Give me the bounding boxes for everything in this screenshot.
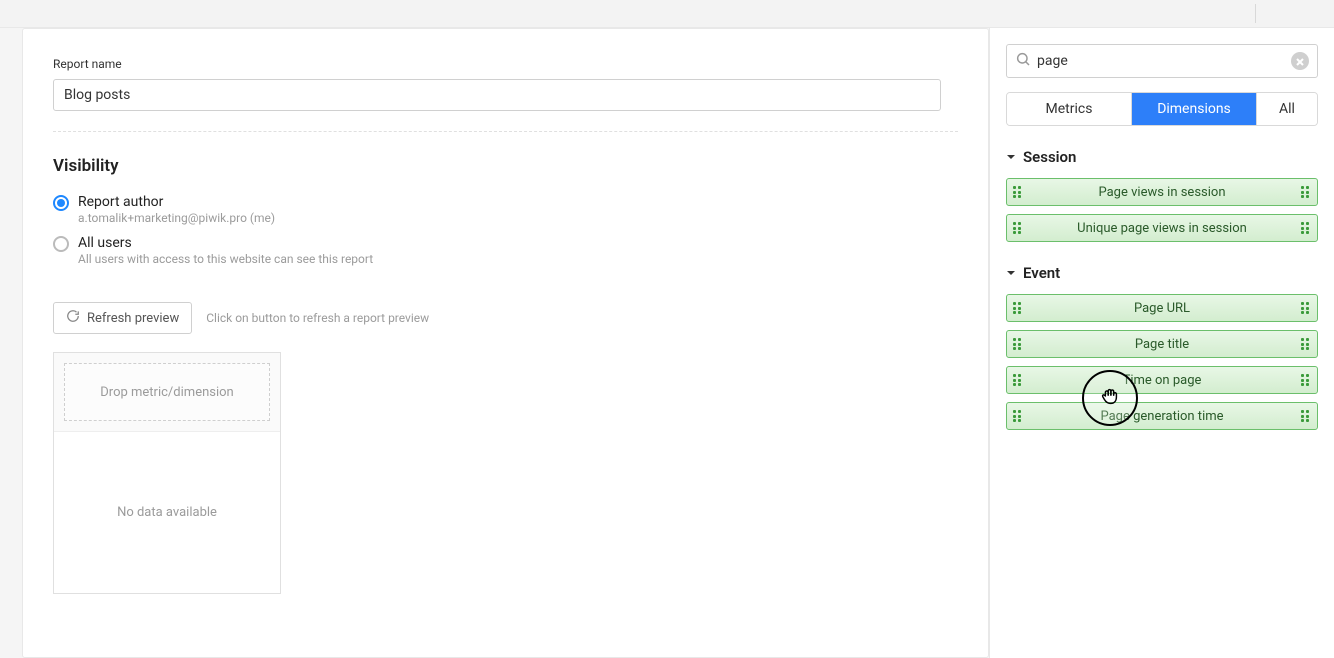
tab-all[interactable]: All: [1257, 93, 1317, 125]
drag-handle-icon: [1013, 222, 1023, 234]
sidebar-panel: Metrics Dimensions All Session Page view…: [989, 28, 1334, 658]
dimension-label: Page views in session: [1098, 185, 1225, 200]
dimension-label: Page URL: [1134, 301, 1190, 316]
drag-handle-icon: [1301, 222, 1311, 234]
tab-metrics[interactable]: Metrics: [1007, 93, 1132, 125]
group-session-items: Page views in session Unique page views …: [1006, 178, 1318, 242]
group-header-session[interactable]: Session: [1006, 148, 1318, 166]
group-header-event[interactable]: Event: [1006, 264, 1318, 282]
dimension-page-views-in-session[interactable]: Page views in session: [1006, 178, 1318, 206]
tab-dimensions[interactable]: Dimensions: [1132, 93, 1257, 125]
drag-handle-icon: [1301, 374, 1311, 386]
refresh-icon: [66, 309, 87, 327]
group-label: Event: [1023, 264, 1060, 282]
dimension-unique-page-views-in-session[interactable]: Unique page views in session: [1006, 214, 1318, 242]
sidebar-search[interactable]: [1006, 44, 1318, 78]
refresh-label: Refresh preview: [87, 311, 179, 326]
radio-label: All users: [78, 235, 373, 251]
drag-handle-icon: [1301, 410, 1311, 422]
main-panel: Report name Visibility Report author a.t…: [22, 28, 989, 658]
visibility-heading: Visibility: [53, 156, 958, 176]
drag-handle-icon: [1013, 338, 1023, 350]
report-name-label: Report name: [53, 57, 958, 71]
report-name-input[interactable]: [53, 79, 941, 111]
dimension-page-generation-time[interactable]: Page generation time: [1006, 402, 1318, 430]
no-data-text: No data available: [117, 505, 217, 520]
drop-placeholder-text: Drop metric/dimension: [100, 385, 233, 400]
radio-desc: All users with access to this website ca…: [78, 252, 373, 266]
group-event-items: Page URL Page title Time on page Page ge…: [1006, 294, 1318, 430]
dimension-page-url[interactable]: Page URL: [1006, 294, 1318, 322]
top-toolbar-strip: [0, 0, 1334, 28]
radio-label: Report author: [78, 194, 275, 210]
drag-handle-icon: [1013, 374, 1023, 386]
preview-no-data: No data available: [54, 431, 280, 593]
radio-desc: a.tomalik+marketing@piwik.pro (me): [78, 211, 275, 225]
radio-icon[interactable]: [53, 195, 69, 211]
preview-container: Drop metric/dimension No data available: [53, 352, 281, 594]
search-input[interactable]: [1031, 53, 1291, 69]
clear-search-button[interactable]: [1291, 52, 1309, 70]
dimension-label: Time on page: [1123, 373, 1202, 388]
group-label: Session: [1023, 148, 1076, 166]
chevron-down-icon: [1006, 264, 1023, 282]
visibility-option-author[interactable]: Report author a.tomalik+marketing@piwik.…: [53, 194, 958, 225]
drag-handle-icon: [1301, 302, 1311, 314]
dimension-label: Unique page views in session: [1077, 221, 1247, 236]
drag-handle-icon: [1013, 302, 1023, 314]
chevron-down-icon: [1006, 148, 1023, 166]
drag-handle-icon: [1013, 410, 1023, 422]
refresh-hint-text: Click on button to refresh a report prev…: [206, 311, 429, 325]
drag-handle-icon: [1301, 338, 1311, 350]
visibility-option-all-users[interactable]: All users All users with access to this …: [53, 235, 958, 266]
dimension-label: Page generation time: [1100, 409, 1223, 424]
drag-handle-icon: [1013, 186, 1023, 198]
sidebar-tabs: Metrics Dimensions All: [1006, 92, 1318, 126]
radio-icon[interactable]: [53, 236, 69, 252]
section-divider: [53, 131, 958, 132]
dimension-page-title[interactable]: Page title: [1006, 330, 1318, 358]
app-root: Report name Visibility Report author a.t…: [0, 0, 1334, 658]
preview-drop-zone[interactable]: Drop metric/dimension: [64, 363, 270, 421]
dimension-label: Page title: [1135, 337, 1189, 352]
dimension-time-on-page[interactable]: Time on page: [1006, 366, 1318, 394]
search-icon: [1015, 51, 1031, 71]
close-icon: [1295, 52, 1305, 71]
drag-handle-icon: [1301, 186, 1311, 198]
refresh-preview-button[interactable]: Refresh preview: [53, 302, 192, 334]
